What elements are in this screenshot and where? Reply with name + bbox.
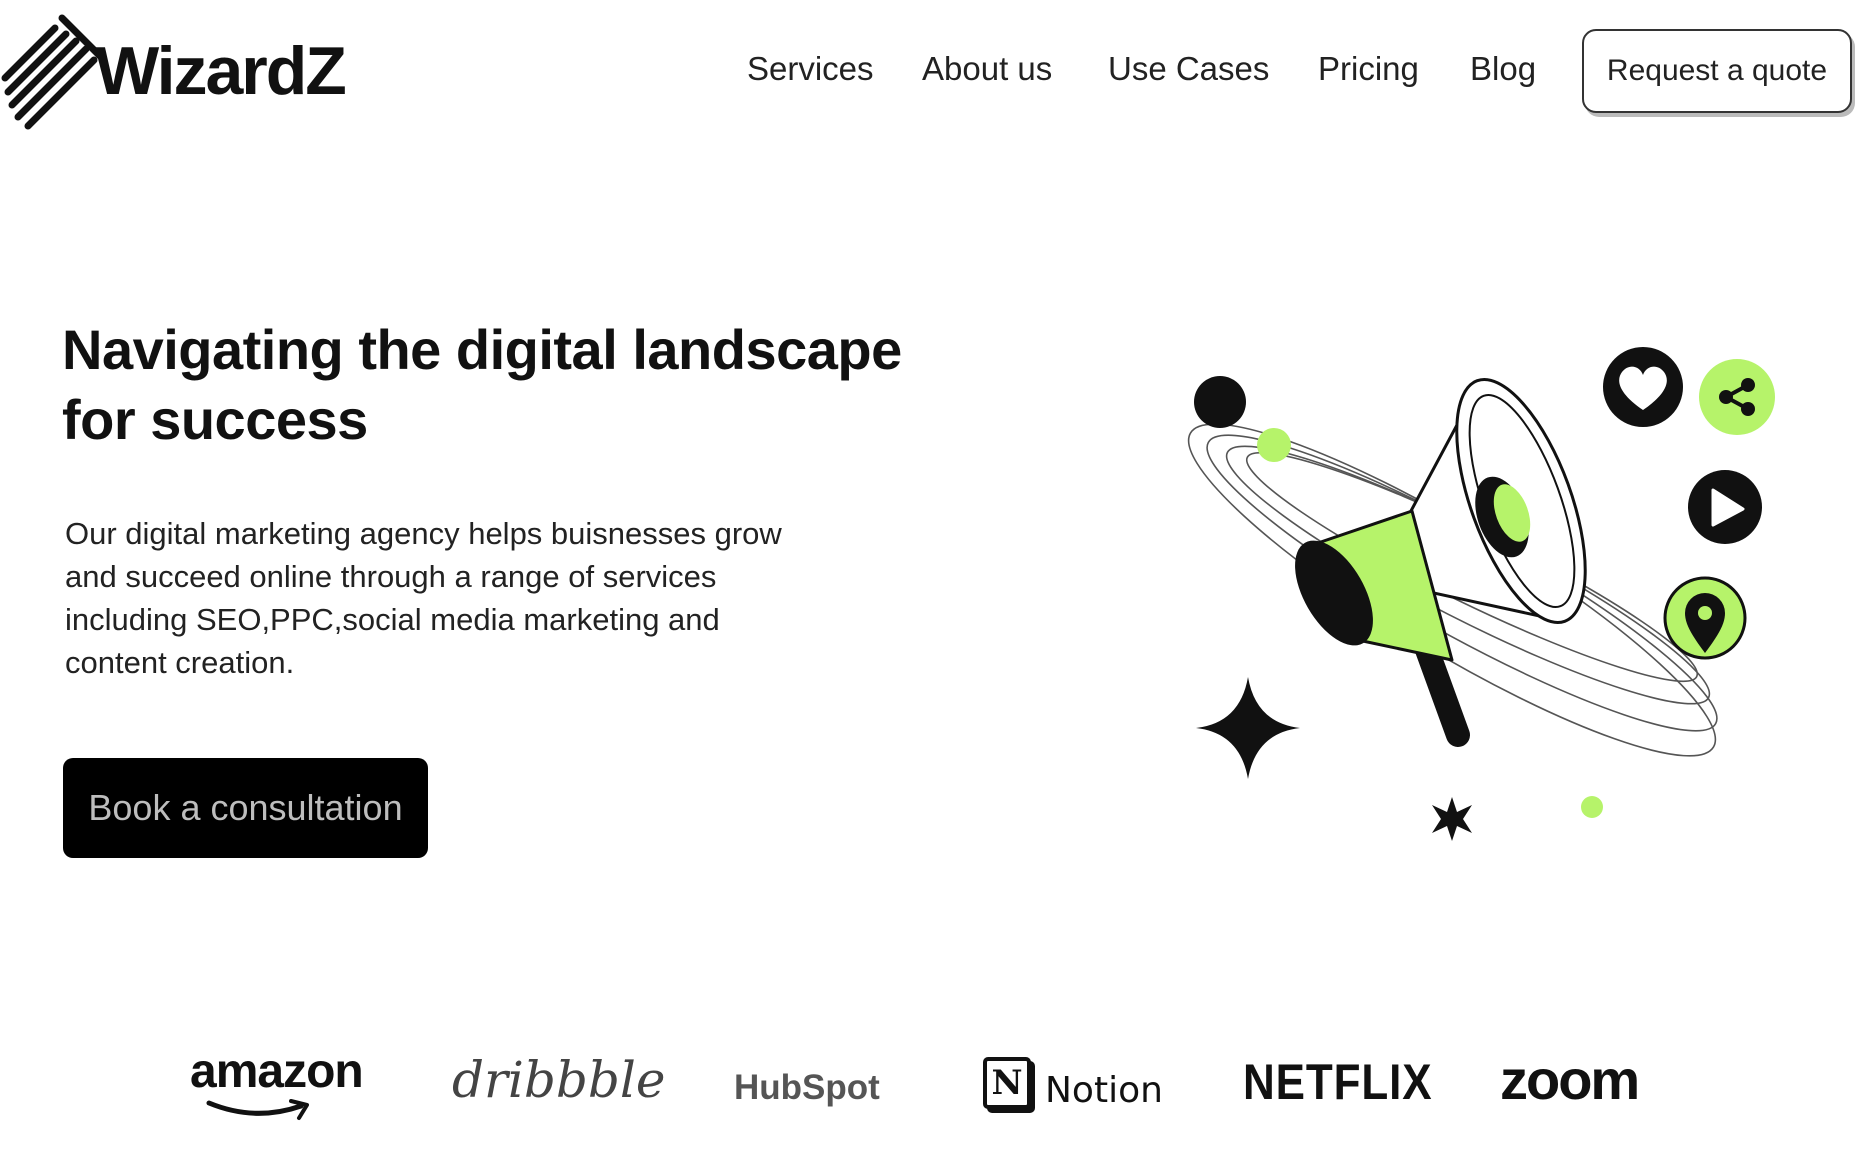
brand-logo-notion: Notion [1045,1070,1163,1111]
logo-text: WizardZ [95,33,347,109]
request-quote-button[interactable]: Request a quote [1582,29,1852,113]
green-dot [1257,428,1291,462]
brand-logo-hubspot: HubSpot [734,1068,880,1107]
hero-title-line: for success [62,388,368,451]
nav-blog[interactable]: Blog [1470,52,1536,85]
brand-logo-netflix: NETFLIX [1243,1054,1433,1110]
hero-description-line: and succeed online through a range of se… [65,559,717,594]
sparkle-star-icon [1196,677,1300,779]
hero-title-line: Navigating the digital landscape [62,318,902,381]
nav-pricing[interactable]: Pricing [1318,52,1419,85]
megaphone-illustration [1187,347,1775,841]
notion-icon: N [983,1057,1031,1109]
hero-description-line: Our digital marketing agency helps buisn… [65,516,782,551]
nav-services[interactable]: Services [747,52,874,85]
black-dot [1194,376,1246,428]
nav-about-us[interactable]: About us [922,52,1052,85]
hero-description-line: content creation. [65,645,295,680]
brand-logo-zoom: zoom [1500,1048,1640,1111]
megaphone-icon [1295,378,1587,747]
play-icon [1688,470,1762,544]
brand-logo-amazon: amazon [190,1045,364,1098]
location-pin-icon [1663,576,1747,660]
hero-title: Navigating the digital landscape for suc… [62,315,962,455]
small-star-icon [1432,797,1472,841]
brand-logo-dribbble: dribbble [452,1051,666,1109]
green-dot [1581,796,1603,818]
heart-icon [1603,347,1683,427]
nav-use-cases[interactable]: Use Cases [1108,52,1269,85]
amazon-smile-icon [206,1099,309,1120]
hero-description-line: including SEO,PPC,social media marketing… [65,602,720,637]
book-consultation-button[interactable]: Book a consultation [63,758,428,858]
hero-description: Our digital marketing agency helps buisn… [65,512,965,684]
logo[interactable]: WizardZ [0,10,360,140]
share-icon [1699,359,1775,435]
